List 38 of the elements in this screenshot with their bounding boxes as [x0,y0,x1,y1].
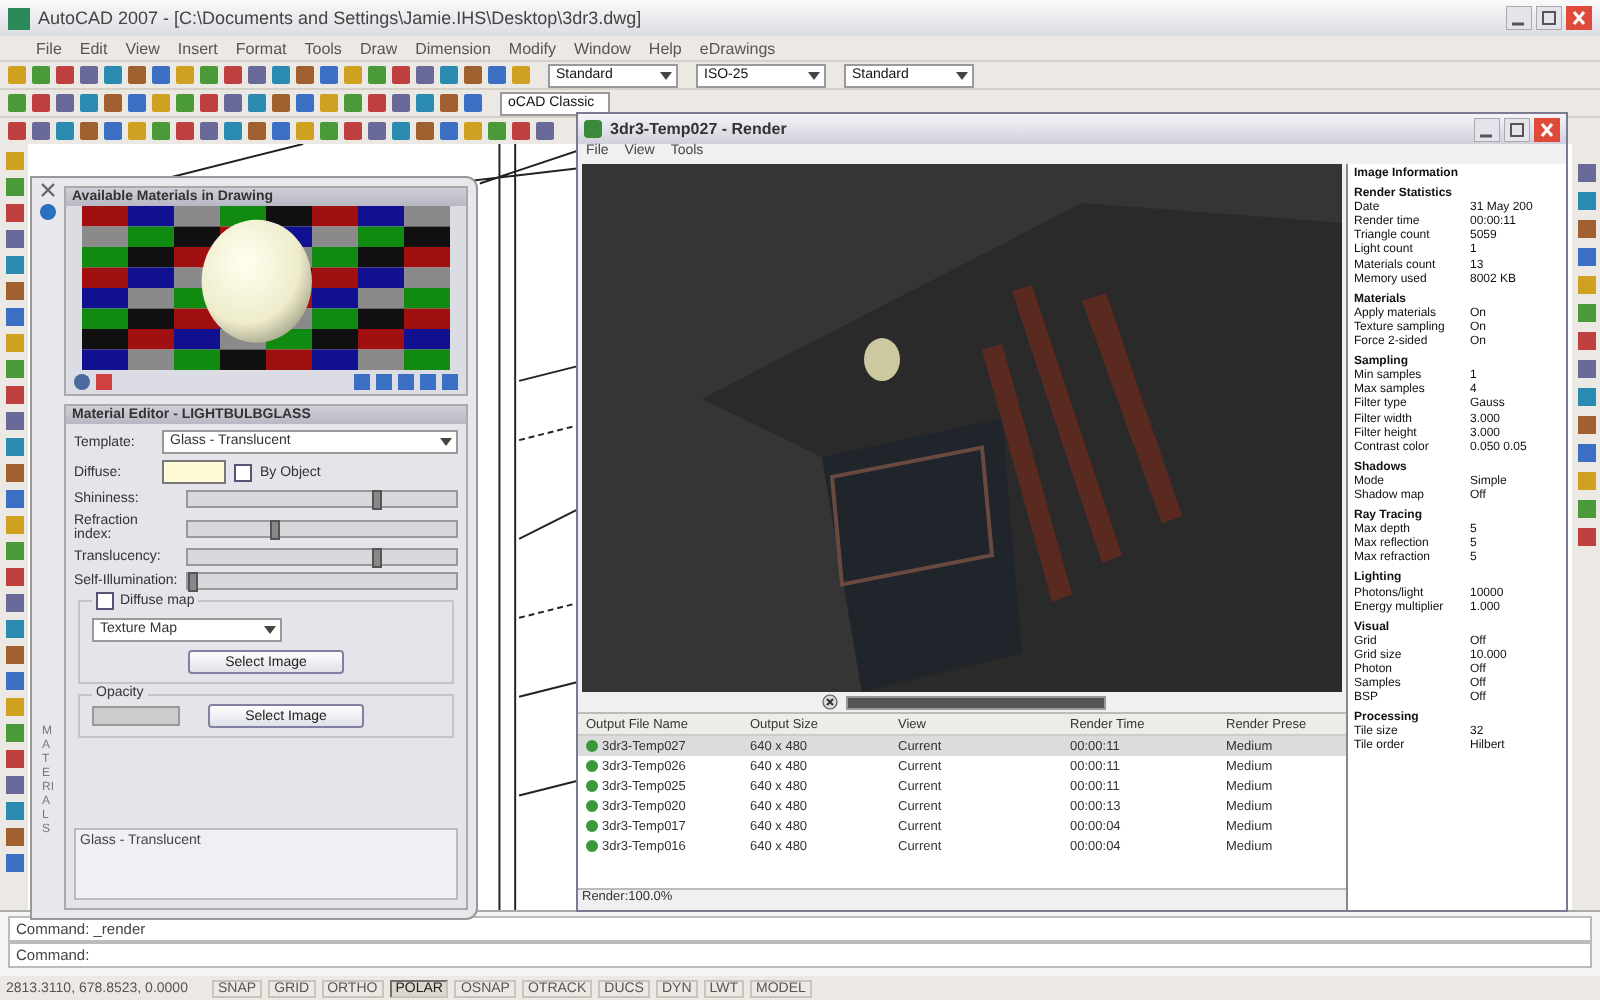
menu-item[interactable]: eDrawings [699,39,776,57]
app-logo-icon [8,7,30,29]
menu-item[interactable]: View [125,39,160,57]
menu-item[interactable]: Dimension [415,39,491,57]
checkbox[interactable] [96,592,114,610]
minimize-button[interactable] [1474,117,1500,141]
slider-thumb[interactable] [188,572,198,592]
menu-item[interactable]: Draw [359,39,398,57]
menu-item[interactable]: Tools [304,39,342,57]
slider-thumb[interactable] [371,548,382,568]
menu-item[interactable]: Window [573,39,631,57]
slider-thumb[interactable] [371,490,382,510]
menu-item[interactable]: Format [235,39,287,57]
caret-icon [264,626,276,634]
menu-item[interactable]: Insert [177,39,218,57]
menu-item[interactable]: File [36,39,62,57]
close-icon[interactable] [40,182,56,198]
caret-icon [956,71,968,79]
menu-item[interactable]: Edit [79,39,108,57]
cancel-icon[interactable] [822,694,838,710]
close-button[interactable] [1566,6,1592,30]
slider-track[interactable] [92,706,180,726]
color-swatch[interactable] [162,460,226,484]
window-title: AutoCAD 2007 - [C:\Documents and Settings\Jamie.IHS\Desktop\3dr3.dwg] [38,8,644,28]
close-button[interactable] [1534,117,1560,141]
minimize-button[interactable] [1506,6,1532,30]
window-title: 3dr3-Temp027 - Render [610,120,787,138]
checkbox[interactable] [234,463,252,481]
caret-icon [440,438,452,446]
sphere-icon [40,204,56,220]
menu-item[interactable]: Modify [508,39,556,57]
maximize-button[interactable] [1504,117,1530,141]
sphere-icon[interactable] [74,374,90,390]
slider-thumb[interactable] [269,519,280,539]
maximize-button[interactable] [1536,6,1562,30]
caret-icon [660,71,672,79]
menu-item[interactable]: Help [648,39,682,57]
caret-icon [808,71,820,79]
